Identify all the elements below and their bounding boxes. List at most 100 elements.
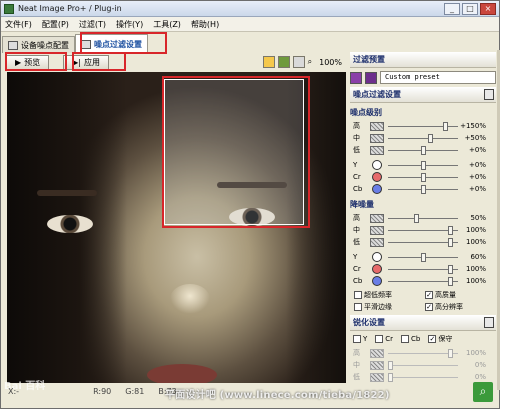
slider-thumb[interactable] bbox=[428, 133, 434, 143]
zoom-level[interactable]: 100% bbox=[319, 58, 342, 67]
checkbox[interactable]: ✓ bbox=[425, 291, 433, 299]
slider-thumb[interactable] bbox=[420, 184, 426, 194]
slider[interactable] bbox=[388, 264, 458, 274]
title-bar: Neat Image Pro+ / Plug-in _ □ × bbox=[1, 1, 499, 17]
contrast-icon[interactable] bbox=[292, 56, 305, 68]
slider-thumb[interactable] bbox=[447, 237, 453, 247]
slider-thumb[interactable] bbox=[447, 276, 453, 286]
minimize-button[interactable]: _ bbox=[444, 2, 460, 15]
slider-thumb[interactable] bbox=[388, 372, 393, 382]
slider-label: Y bbox=[353, 253, 358, 261]
checkbox[interactable] bbox=[375, 335, 384, 343]
sharpen-checkbox[interactable]: ✓ 保守 bbox=[428, 334, 452, 344]
menu-filter[interactable]: 过滤(T) bbox=[79, 19, 106, 30]
option-checkbox[interactable]: ✓ 高分辨率 bbox=[425, 302, 496, 312]
checkbox[interactable] bbox=[354, 303, 362, 311]
slider-thumb[interactable] bbox=[447, 225, 453, 235]
slider-label: 高 bbox=[353, 122, 360, 130]
grid-icon[interactable] bbox=[262, 56, 275, 68]
close-button[interactable]: × bbox=[480, 2, 496, 15]
slider[interactable] bbox=[388, 372, 458, 382]
slider-thumb[interactable] bbox=[420, 172, 426, 182]
sharpen-check-label: Y bbox=[363, 335, 368, 343]
slider-value: 60% bbox=[470, 253, 486, 261]
app-icon bbox=[4, 3, 14, 14]
slider-label: Cb bbox=[353, 185, 363, 193]
slider-thumb[interactable] bbox=[420, 160, 426, 170]
slider-row: 低 100% bbox=[350, 236, 496, 248]
slider[interactable] bbox=[388, 348, 458, 358]
profile-icon bbox=[8, 40, 18, 50]
slider[interactable] bbox=[388, 252, 458, 262]
slider-thumb[interactable] bbox=[420, 252, 426, 262]
slider[interactable] bbox=[388, 360, 458, 370]
slider[interactable] bbox=[388, 225, 458, 235]
slider-thumb[interactable] bbox=[447, 348, 453, 358]
slider-label: 中 bbox=[353, 226, 360, 234]
slider-row: 高 +150% bbox=[350, 120, 496, 132]
slider-value: +0% bbox=[469, 173, 486, 181]
save-preset-icon[interactable] bbox=[365, 71, 377, 84]
option-label: 平滑边缘 bbox=[364, 303, 392, 311]
slider-thumb[interactable] bbox=[447, 264, 453, 274]
checkbox[interactable] bbox=[353, 335, 361, 343]
noise-level-rows: 高 +150% 中 +50% 低 +0% bbox=[350, 120, 496, 156]
slider[interactable] bbox=[388, 213, 458, 223]
checkbox[interactable] bbox=[354, 291, 362, 299]
eye bbox=[47, 215, 93, 233]
menu-operate[interactable]: 操作(Y) bbox=[116, 19, 143, 30]
slider-thumb[interactable] bbox=[414, 213, 419, 223]
slider-track bbox=[388, 364, 458, 366]
slider-row: 中 100% bbox=[350, 224, 496, 236]
slider-label: Cr bbox=[353, 265, 361, 273]
slider[interactable] bbox=[388, 172, 458, 182]
nose bbox=[170, 284, 210, 314]
slider-row: Cr +0% bbox=[350, 171, 496, 183]
slider-value: 0% bbox=[474, 373, 486, 381]
zoom-icon[interactable]: ⌕ bbox=[308, 57, 312, 67]
highlight-box bbox=[5, 52, 67, 71]
color-icon[interactable] bbox=[277, 56, 290, 68]
menu-tools[interactable]: 工具(Z) bbox=[153, 19, 181, 30]
tab-device-noise-profile[interactable]: 设备噪点配置 bbox=[2, 36, 75, 53]
slider-row: Y 60% bbox=[350, 251, 496, 263]
sharpen-channel-checks: Y Cr Cb ✓ 保守 bbox=[353, 334, 496, 344]
trash-icon[interactable] bbox=[484, 89, 494, 100]
option-checkbox[interactable]: 平滑边缘 bbox=[354, 302, 425, 312]
menu-config[interactable]: 配置(P) bbox=[42, 19, 69, 30]
slider-label: 低 bbox=[353, 373, 360, 381]
slider-thumb[interactable] bbox=[443, 121, 449, 131]
preset-select[interactable]: Custom preset bbox=[380, 71, 496, 84]
slider-thumb[interactable] bbox=[420, 145, 426, 155]
right-scrollbar[interactable] bbox=[497, 50, 500, 390]
load-preset-icon[interactable] bbox=[350, 71, 362, 84]
slider[interactable] bbox=[388, 184, 458, 194]
slider-thumb[interactable] bbox=[388, 360, 393, 370]
frequency-swatch-icon bbox=[370, 145, 384, 155]
checkbox[interactable]: ✓ bbox=[425, 303, 433, 311]
trash-icon[interactable] bbox=[484, 317, 494, 328]
slider[interactable] bbox=[388, 160, 458, 170]
option-checkbox[interactable]: ✓ 高质量 bbox=[425, 290, 496, 300]
reduction-channel-rows: Y 60% Cr 100% Cb 100% bbox=[350, 251, 496, 287]
slider[interactable] bbox=[388, 276, 458, 286]
slider[interactable] bbox=[388, 133, 458, 143]
sharpen-checkbox[interactable]: Y bbox=[353, 334, 367, 344]
reduction-rows: 高 50% 中 100% 低 100% bbox=[350, 212, 496, 248]
highlight-box bbox=[72, 52, 126, 71]
slider-row: 中 +50% bbox=[350, 132, 496, 144]
slider[interactable] bbox=[388, 237, 458, 247]
menu-file[interactable]: 文件(F) bbox=[5, 19, 32, 30]
sharpen-check-label: Cb bbox=[411, 335, 421, 343]
maximize-button[interactable]: □ bbox=[462, 2, 478, 15]
slider[interactable] bbox=[388, 121, 458, 131]
sharpen-checkbox[interactable]: Cr bbox=[375, 334, 393, 344]
slider[interactable] bbox=[388, 145, 458, 155]
menu-help[interactable]: 帮助(H) bbox=[191, 19, 219, 30]
checkbox[interactable]: ✓ bbox=[428, 335, 437, 343]
slider-row: 低 0% bbox=[350, 371, 496, 383]
sharpen-checkbox[interactable]: Cb bbox=[401, 334, 420, 344]
channel-color-icon bbox=[372, 184, 382, 194]
checkbox[interactable] bbox=[401, 335, 410, 343]
option-checkbox[interactable]: 超低频率 bbox=[354, 290, 425, 300]
